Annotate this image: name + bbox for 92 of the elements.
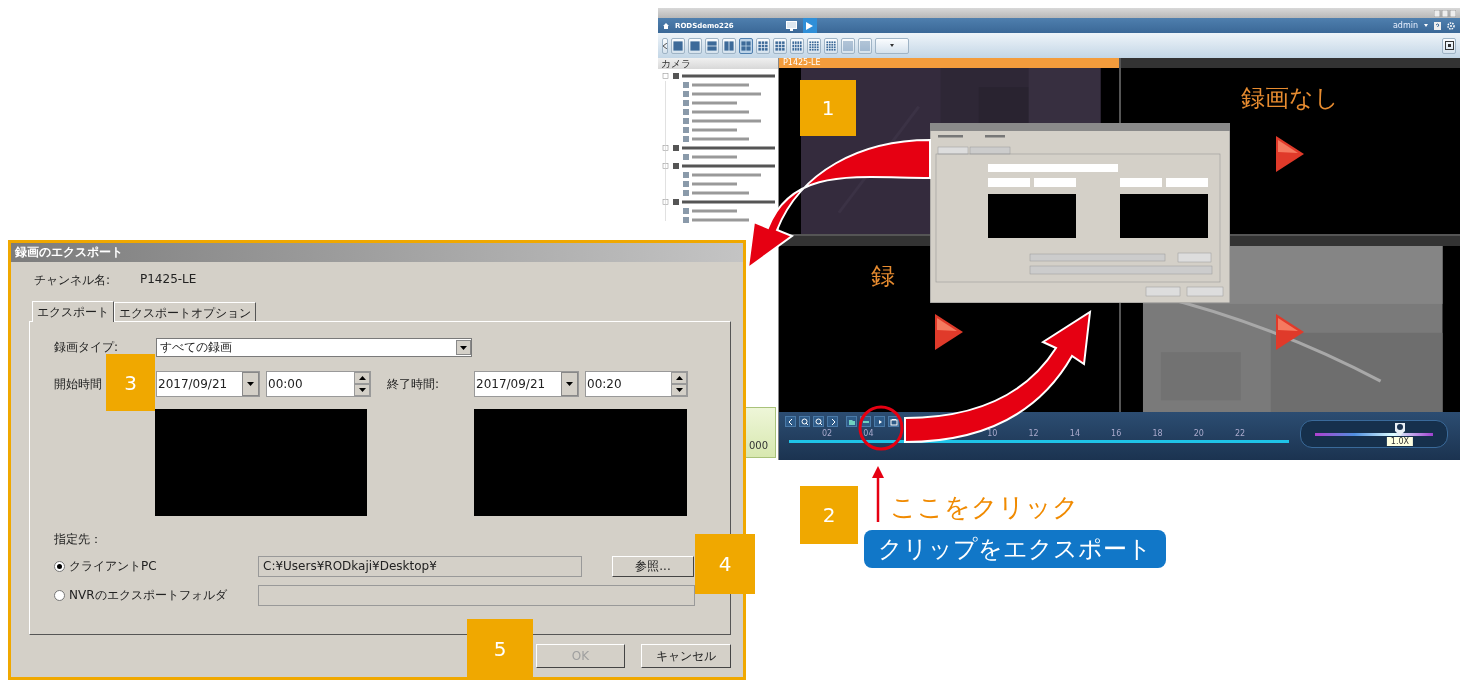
speed-slider[interactable]: 1.0X bbox=[1300, 420, 1448, 448]
timeline-tick: 02 bbox=[822, 429, 833, 438]
timeline-button[interactable] bbox=[846, 416, 857, 427]
step-number: 4 bbox=[718, 552, 732, 576]
settings-icon[interactable] bbox=[1447, 21, 1455, 30]
radio-button[interactable]: クライアントPC bbox=[54, 558, 258, 575]
counter-readout: 000 bbox=[748, 440, 768, 451]
layout-button[interactable] bbox=[773, 37, 787, 54]
timeline-button[interactable] bbox=[860, 416, 871, 427]
timeline-tick: 22 bbox=[1235, 429, 1246, 438]
field-label: チャンネル名: bbox=[34, 272, 112, 289]
speed-label: 1.0X bbox=[1386, 437, 1414, 446]
step-number: 2 bbox=[822, 503, 836, 527]
timeline-tick: 12 bbox=[1028, 429, 1039, 438]
dialog-title: 録画のエクスポート bbox=[11, 243, 743, 262]
timeline-tick: 16 bbox=[1111, 429, 1122, 438]
layout-button[interactable] bbox=[722, 37, 736, 54]
play-icon[interactable] bbox=[934, 314, 963, 351]
timeline-tick: 20 bbox=[1193, 429, 1204, 438]
zoom-in-icon bbox=[800, 417, 809, 426]
play-icon bbox=[806, 21, 814, 30]
timeline-button[interactable] bbox=[827, 416, 838, 427]
timeline-tick: 14 bbox=[1069, 429, 1080, 438]
radio-button[interactable]: NVRのエクスポートフォルダ bbox=[54, 587, 258, 604]
timeline-tick: 04 bbox=[863, 429, 874, 438]
time-field[interactable]: 00:20 bbox=[585, 371, 688, 397]
no-recording-message: 録 bbox=[871, 261, 895, 292]
timeline-button[interactable] bbox=[888, 416, 899, 427]
export-clip-label: クリップをエクスポート bbox=[864, 530, 1166, 568]
timeline-button[interactable] bbox=[874, 416, 885, 427]
record-type-dropdown[interactable]: すべての録画 bbox=[156, 338, 472, 357]
monitor-icon[interactable] bbox=[785, 20, 797, 31]
layout-button[interactable] bbox=[688, 37, 702, 54]
export-clip-icon bbox=[889, 417, 898, 426]
caret-icon bbox=[890, 44, 894, 47]
layout-button[interactable] bbox=[824, 37, 838, 54]
tile-title: P1425-LE bbox=[783, 58, 821, 68]
back-button[interactable] bbox=[662, 37, 668, 54]
fullscreen-icon bbox=[1444, 41, 1454, 50]
field-label: 録画タイプ: bbox=[54, 339, 119, 356]
timeline-button[interactable] bbox=[799, 416, 810, 427]
cancel-button[interactable]: キャンセル bbox=[641, 644, 731, 668]
help-icon[interactable] bbox=[1434, 21, 1441, 30]
timeline-tick: 10 bbox=[987, 429, 998, 438]
play-icon[interactable] bbox=[1276, 136, 1305, 173]
time-field[interactable]: 00:00 bbox=[266, 371, 371, 397]
date-field[interactable]: 2017/09/21 bbox=[156, 371, 260, 397]
layout-button[interactable] bbox=[671, 37, 685, 54]
field-label: 指定先： bbox=[54, 531, 103, 548]
home-icon bbox=[663, 22, 669, 29]
layout-button[interactable] bbox=[807, 37, 821, 54]
tile-header[interactable] bbox=[1120, 58, 1460, 68]
field-label: 終了時間: bbox=[387, 375, 441, 393]
timeline-bar[interactable] bbox=[789, 440, 1289, 443]
fullscreen-button[interactable] bbox=[1442, 37, 1456, 54]
tab[interactable]: エクスポート bbox=[32, 301, 114, 322]
path-field[interactable] bbox=[258, 585, 695, 606]
caret-icon[interactable] bbox=[1424, 24, 1428, 27]
layout-button[interactable] bbox=[756, 37, 770, 54]
pointer-arrow bbox=[872, 466, 884, 522]
caret-icon bbox=[460, 345, 467, 350]
date-field[interactable]: 2017/09/21 bbox=[474, 371, 579, 397]
caret-icon bbox=[247, 382, 254, 386]
panel-title: カメラ bbox=[658, 58, 778, 69]
browse-button[interactable]: 参照... bbox=[612, 556, 694, 577]
tab[interactable]: エクスポートオプション bbox=[114, 302, 256, 321]
no-recording-message: 録画なし bbox=[1241, 83, 1340, 114]
field-label: 開始時間 bbox=[54, 375, 102, 393]
highlight-circle bbox=[858, 405, 904, 451]
step-number: 1 bbox=[821, 96, 835, 120]
layout-button[interactable] bbox=[790, 37, 804, 54]
layout-button[interactable] bbox=[705, 37, 719, 54]
caret-icon bbox=[566, 382, 573, 386]
playback-button[interactable] bbox=[802, 18, 817, 33]
step-number: 5 bbox=[493, 637, 507, 661]
timeline-tick: 18 bbox=[1152, 429, 1163, 438]
spin-up-icon[interactable] bbox=[358, 376, 366, 380]
timeline-button[interactable] bbox=[785, 416, 796, 427]
user-name[interactable]: admin bbox=[1392, 21, 1418, 30]
timeline-button[interactable] bbox=[813, 416, 824, 427]
folder-icon bbox=[847, 417, 856, 426]
spin-down-icon[interactable] bbox=[675, 388, 683, 392]
path-field[interactable]: C:¥Users¥RODkaji¥Desktop¥ bbox=[258, 556, 582, 577]
step-number: 3 bbox=[124, 370, 137, 395]
spin-up-icon[interactable] bbox=[675, 376, 683, 380]
slider-thumb[interactable] bbox=[1393, 422, 1406, 436]
channel-name: P1425-LE bbox=[140, 272, 197, 288]
layout-button[interactable] bbox=[739, 37, 753, 54]
previous-icon bbox=[786, 417, 795, 426]
spin-down-icon[interactable] bbox=[358, 388, 366, 392]
instruction-text: ここをクリック bbox=[890, 492, 1079, 522]
zoom-out-icon bbox=[814, 417, 823, 426]
